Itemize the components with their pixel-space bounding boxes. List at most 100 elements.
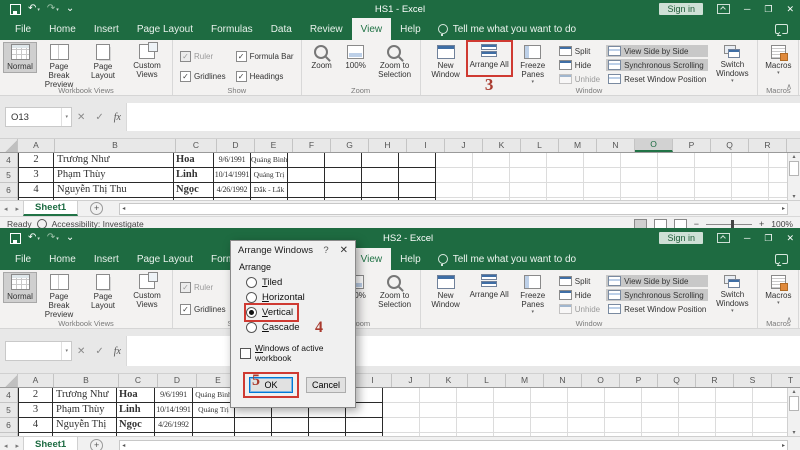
scroll-right-icon[interactable]: ▸	[782, 205, 785, 212]
row-header[interactable]: 5	[0, 403, 18, 418]
zoom-slider[interactable]	[706, 224, 752, 225]
cell[interactable]: Nguyễn Thị Thu	[54, 183, 174, 198]
cell[interactable]	[288, 183, 325, 198]
cell[interactable]: 2	[18, 153, 54, 168]
sheet-tab-sheet1[interactable]: Sheet1	[23, 437, 78, 450]
column-header[interactable]: T	[772, 374, 800, 387]
column-header[interactable]: K	[430, 374, 468, 387]
ribbon-tab[interactable]: Formulas	[202, 18, 262, 40]
zoom-button[interactable]: Zoom	[305, 42, 339, 72]
synchronous-scrolling-button[interactable]: Synchronous Scrolling	[606, 59, 708, 71]
column-header[interactable]: C	[176, 139, 217, 152]
cell[interactable]	[346, 418, 383, 433]
cell[interactable]: Đắk - Lắk	[251, 183, 288, 198]
cell[interactable]	[362, 183, 399, 198]
select-all-corner[interactable]	[0, 374, 18, 387]
cell[interactable]: Quảng Trị	[251, 168, 288, 183]
column-header[interactable]: A	[18, 374, 54, 387]
gridlines-checkbox[interactable]: ✓Gridlines	[180, 70, 226, 85]
arrange-all-button[interactable]: Arrange All3	[468, 42, 511, 71]
formula-bar-input[interactable]	[126, 103, 800, 131]
cell[interactable]	[399, 183, 436, 198]
sheet-nav-right-icon[interactable]: ▸	[16, 205, 20, 213]
scroll-right-icon[interactable]: ▸	[782, 442, 785, 449]
name-box-dropdown-icon[interactable]: ▾	[61, 108, 71, 126]
ribbon-display-options-icon[interactable]	[717, 4, 730, 14]
windows-of-active-workbook-checkbox[interactable]: Windows of active workbook	[240, 343, 347, 363]
column-header[interactable]: R	[696, 374, 734, 387]
column-header[interactable]: N	[544, 374, 582, 387]
collapse-ribbon-icon[interactable]: ∧	[786, 82, 792, 91]
collapse-ribbon-icon[interactable]: ∧	[786, 315, 792, 324]
ribbon-tab[interactable]: File	[6, 18, 40, 40]
scroll-down-icon[interactable]: ▾	[792, 429, 795, 436]
cell[interactable]	[399, 153, 436, 168]
column-header[interactable]: N	[597, 139, 635, 152]
cell[interactable]: 9/6/1991	[214, 153, 251, 168]
cell[interactable]: 3	[18, 168, 54, 183]
page-layout-view-button[interactable]: Page Layout	[81, 42, 125, 82]
cancel-icon[interactable]: ✕	[77, 346, 85, 357]
freeze-panes-button[interactable]: Freeze Panes▾	[511, 42, 555, 88]
cell[interactable]: Quảng Bình	[251, 153, 288, 168]
column-header[interactable]: B	[54, 374, 119, 387]
view-side-by-side-button[interactable]: View Side by Side	[606, 275, 708, 287]
normal-view-button[interactable]: Normal	[3, 272, 37, 303]
cell[interactable]: 4/26/1992	[214, 183, 251, 198]
save-icon[interactable]	[10, 233, 21, 244]
cell[interactable]: 10/14/1991	[214, 168, 251, 183]
dialog-option[interactable]: Horizontal	[246, 290, 309, 305]
zoom-to-selection-button[interactable]: Zoom to Selection	[373, 42, 417, 81]
ruler-checkbox[interactable]: ✓Ruler	[180, 49, 226, 64]
cell[interactable]	[362, 168, 399, 183]
column-header[interactable]: Q	[658, 374, 696, 387]
cell[interactable]: Trương Như	[53, 388, 117, 403]
ribbon-tab[interactable]: Review	[301, 18, 352, 40]
cancel-button[interactable]: Cancel	[306, 377, 346, 393]
column-header[interactable]: J	[392, 374, 430, 387]
vertical-scrollbar[interactable]: ▴ ▾	[787, 388, 800, 436]
cell[interactable]: Phạm Thùy	[54, 168, 174, 183]
cell[interactable]	[272, 418, 309, 433]
row-header[interactable]: 4	[0, 388, 18, 403]
dialog-option[interactable]: Tiled	[246, 275, 286, 290]
new-window-button[interactable]: New Window	[424, 42, 468, 81]
name-box[interactable]: ▾	[5, 341, 72, 361]
formula-bar-input[interactable]	[126, 336, 800, 366]
column-header[interactable]: S	[734, 374, 772, 387]
column-header[interactable]: G	[331, 139, 369, 152]
horizontal-scrollbar[interactable]: ◂ ▸	[119, 440, 788, 450]
restore-button[interactable]: ❐	[764, 234, 772, 243]
ribbon-tab[interactable]: Insert	[85, 18, 128, 40]
column-header[interactable]: I	[354, 374, 392, 387]
page-layout-view-button[interactable]: Page Layout	[81, 272, 125, 312]
cell[interactable]: Phạm Thùy	[53, 403, 117, 418]
cell[interactable]: 10/14/1991	[155, 403, 193, 418]
column-header[interactable]: L	[521, 139, 559, 152]
split-button[interactable]: Split	[557, 275, 602, 287]
row-header[interactable]: 5	[0, 168, 18, 183]
headings-checkbox[interactable]: ✓Headings	[236, 70, 294, 85]
comment-icon[interactable]	[775, 254, 788, 264]
scroll-up-icon[interactable]: ▴	[792, 388, 795, 395]
column-header[interactable]: D	[217, 139, 255, 152]
scroll-up-icon[interactable]: ▴	[792, 153, 795, 160]
cell[interactable]: Linh	[174, 168, 214, 183]
custom-views-button[interactable]: Custom Views	[125, 42, 169, 81]
cell[interactable]: Quảng Bình	[193, 388, 235, 403]
ribbon-tab[interactable]: View	[352, 18, 392, 40]
column-header[interactable]: O	[635, 139, 673, 152]
cell[interactable]	[235, 418, 272, 433]
column-header[interactable]: H	[369, 139, 407, 152]
split-button[interactable]: Split	[557, 45, 602, 57]
ribbon-tab[interactable]: Help	[391, 248, 430, 270]
ribbon-tab[interactable]: Data	[262, 18, 301, 40]
arrange-all-button[interactable]: Arrange All	[468, 272, 511, 301]
column-header[interactable]: A	[18, 139, 55, 152]
cell[interactable]	[325, 153, 362, 168]
ribbon-tab[interactable]: Home	[40, 18, 85, 40]
cell[interactable]: 4/26/1992	[155, 418, 193, 433]
cell[interactable]	[325, 168, 362, 183]
name-box-dropdown-icon[interactable]: ▾	[61, 342, 71, 360]
cell[interactable]	[288, 153, 325, 168]
